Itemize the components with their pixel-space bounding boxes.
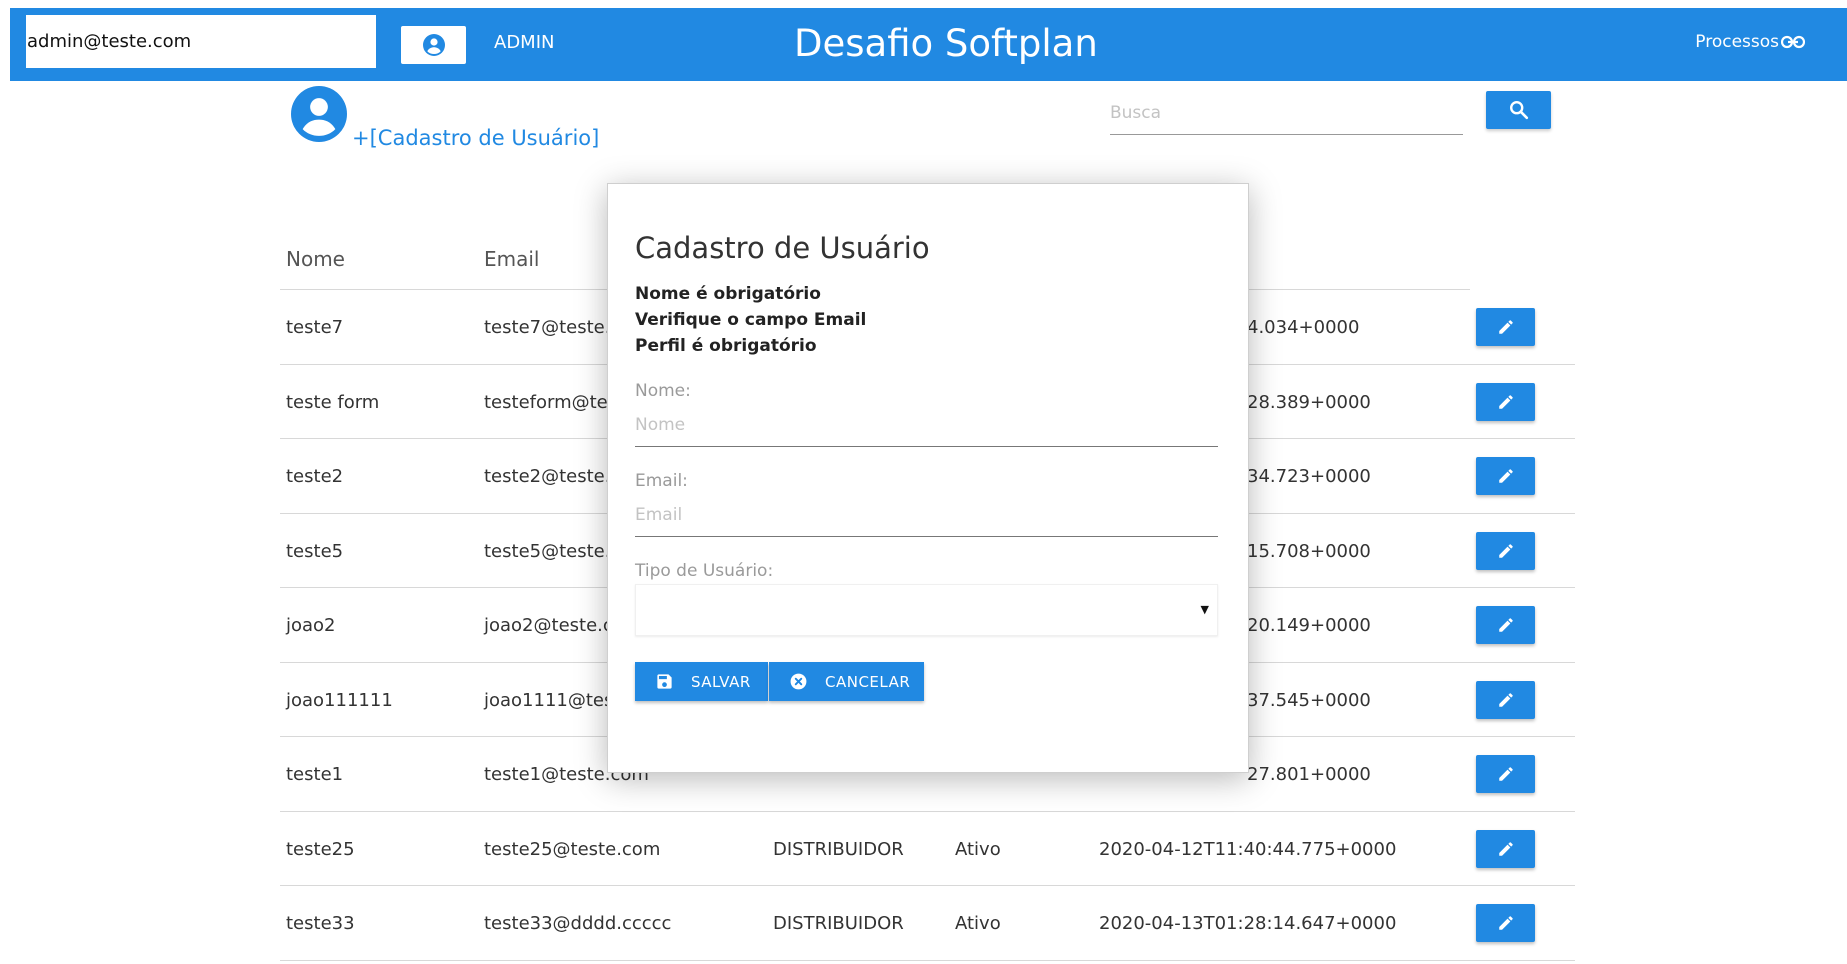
search-input[interactable]: [1110, 92, 1463, 135]
close-circle-icon: [790, 673, 807, 690]
cell-email: testeform@test: [484, 391, 625, 413]
edit-button[interactable]: [1476, 457, 1535, 495]
tipo-usuario-label: Tipo de Usuário:: [635, 561, 774, 581]
cell-data: 2020-04-12T11:40:44.775+0000: [1099, 838, 1397, 860]
search-icon: [1509, 101, 1528, 120]
cell-nome: teste33: [286, 913, 355, 934]
cell-status: Ativo: [955, 838, 1001, 860]
cadastro-usuario-modal: Cadastro de Usuário Nome é obrigatório V…: [607, 183, 1249, 773]
nome-field[interactable]: [635, 403, 1218, 447]
error-perfil: Perfil é obrigatório: [635, 336, 817, 356]
processos-label: Processos: [1695, 32, 1779, 52]
cell-data: 34.723+0000: [1247, 466, 1371, 487]
cell-perfil: DISTRIBUIDOR: [773, 838, 904, 860]
tipo-usuario-select[interactable]: ▼: [635, 584, 1218, 636]
cell-data: 2020-04-13T01:28:14.647+0000: [1099, 913, 1397, 934]
edit-button[interactable]: [1476, 606, 1535, 644]
cell-email: teste33@dddd.ccccc: [484, 913, 672, 934]
cell-data: 4.034+0000: [1247, 317, 1360, 338]
modal-title: Cadastro de Usuário: [635, 231, 930, 265]
pencil-icon: [1498, 320, 1513, 334]
error-email: Verifique o campo Email: [635, 310, 867, 330]
email-field[interactable]: [635, 493, 1218, 537]
table-row: teste33 teste33@dddd.ccccc DISTRIBUIDOR …: [280, 886, 1575, 961]
cell-email: teste25@teste.com: [484, 838, 661, 860]
top-app-bar: admin@teste.com ADMIN Desafio Softplan P…: [10, 8, 1847, 81]
cell-nome: teste2: [286, 466, 344, 487]
logged-user-email: admin@teste.com: [26, 15, 376, 68]
cell-data: 27.801+0000: [1247, 764, 1371, 785]
column-header-nome: Nome: [286, 247, 345, 271]
pencil-icon: [1498, 618, 1513, 632]
processos-link[interactable]: Processos: [1695, 32, 1805, 52]
pencil-icon: [1498, 692, 1513, 707]
app-title: Desafio Softplan: [794, 22, 1098, 65]
search-button[interactable]: [1486, 91, 1551, 129]
pencil-icon: [1498, 916, 1513, 930]
cell-nome: teste form: [286, 391, 380, 413]
cadastro-usuario-link[interactable]: +[Cadastro de Usuário]: [352, 126, 599, 150]
cell-data: 15.708+0000: [1247, 540, 1371, 562]
account-circle-icon: [422, 34, 445, 56]
cancelar-label: CANCELAR: [825, 672, 911, 691]
pencil-icon: [1498, 394, 1513, 409]
cell-nome: teste25: [286, 838, 355, 860]
table-row: teste25 teste25@teste.com DISTRIBUIDOR A…: [280, 812, 1575, 886]
cell-nome: teste7: [286, 317, 344, 338]
edit-button[interactable]: [1476, 904, 1535, 942]
cell-nome: teste5: [286, 540, 344, 562]
email-label: Email:: [635, 471, 688, 491]
error-nome: Nome é obrigatório: [635, 284, 821, 304]
cell-perfil: DISTRIBUIDOR: [773, 913, 904, 934]
cell-data: 37.545+0000: [1247, 689, 1371, 711]
user-avatar-icon: [291, 86, 347, 142]
cell-email: joao2@teste.co: [484, 615, 624, 636]
edit-button[interactable]: [1476, 308, 1535, 346]
nome-label: Nome:: [635, 381, 691, 401]
cell-nome: teste1: [286, 764, 344, 785]
pencil-icon: [1498, 767, 1513, 781]
cancelar-button[interactable]: CANCELAR: [769, 662, 924, 701]
cell-nome: joao111111: [286, 689, 393, 711]
cell-nome: joao2: [286, 615, 336, 636]
salvar-label: SALVAR: [691, 672, 751, 691]
user-profile-button[interactable]: [401, 26, 466, 64]
edit-button[interactable]: [1476, 680, 1535, 719]
edit-button[interactable]: [1476, 382, 1535, 421]
link-icon: [1781, 35, 1805, 49]
cell-data: 20.149+0000: [1247, 615, 1371, 636]
salvar-button[interactable]: SALVAR: [635, 662, 768, 701]
edit-button[interactable]: [1476, 755, 1535, 793]
caret-down-icon: ▼: [1200, 603, 1209, 616]
pencil-icon: [1498, 841, 1513, 856]
edit-button[interactable]: [1476, 531, 1535, 570]
floppy-disk-icon: [657, 674, 672, 689]
cell-data: 28.389+0000: [1247, 391, 1371, 413]
admin-link[interactable]: ADMIN: [494, 32, 554, 53]
cell-status: Ativo: [955, 913, 1001, 934]
column-header-email: Email: [484, 247, 540, 271]
edit-button[interactable]: [1476, 829, 1535, 868]
pencil-icon: [1498, 543, 1513, 558]
pencil-icon: [1498, 469, 1513, 483]
